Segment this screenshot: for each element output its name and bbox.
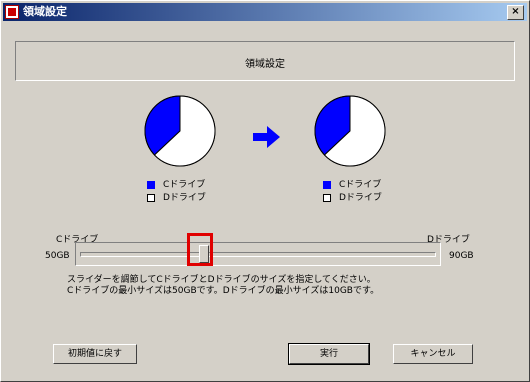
arrow-right-icon bbox=[253, 126, 280, 148]
app-icon bbox=[5, 5, 19, 19]
pie-chart-before bbox=[144, 95, 216, 167]
pie-chart-after bbox=[314, 95, 386, 167]
instruction-line-1: スライダーを調節してCドライブとDドライブのサイズを指定してください。 bbox=[67, 275, 376, 285]
size-slider[interactable] bbox=[75, 242, 441, 266]
thumb-highlight-marker bbox=[187, 233, 213, 266]
header-panel: 領域設定 bbox=[15, 41, 515, 81]
dialog-window: 領域設定 × 領域設定 Cドライブ Dドライブ Cドライブ Dドライブ Cドライ… bbox=[0, 0, 530, 382]
legend-label-c: Cドライブ bbox=[163, 180, 206, 190]
c-drive-swatch-icon bbox=[147, 181, 155, 189]
close-button[interactable]: × bbox=[507, 5, 524, 20]
execute-button[interactable]: 実行 bbox=[288, 343, 370, 365]
legend-label-d: Dドライブ bbox=[339, 193, 382, 203]
legend-label-c: Cドライブ bbox=[339, 180, 382, 190]
instructions-text: スライダーを調節してCドライブとDドライブのサイズを指定してください。 Cドライ… bbox=[67, 275, 379, 297]
d-drive-swatch-icon bbox=[323, 194, 331, 202]
reset-defaults-button[interactable]: 初期値に戻す bbox=[53, 344, 137, 364]
slider-min-label: 50GB bbox=[45, 251, 70, 261]
cancel-button[interactable]: キャンセル bbox=[393, 344, 473, 364]
window-title: 領域設定 bbox=[23, 5, 67, 18]
header-title: 領域設定 bbox=[245, 59, 285, 70]
slider-track[interactable] bbox=[80, 252, 436, 257]
legend-label-d: Dドライブ bbox=[163, 193, 206, 203]
instruction-line-2: Cドライブの最小サイズは50GBです。Dドライブの最小サイズは10GBです。 bbox=[67, 286, 380, 296]
c-drive-swatch-icon bbox=[323, 181, 331, 189]
title-bar[interactable]: 領域設定 × bbox=[3, 3, 527, 21]
slider-max-label: 90GB bbox=[449, 251, 474, 261]
d-drive-swatch-icon bbox=[147, 194, 155, 202]
